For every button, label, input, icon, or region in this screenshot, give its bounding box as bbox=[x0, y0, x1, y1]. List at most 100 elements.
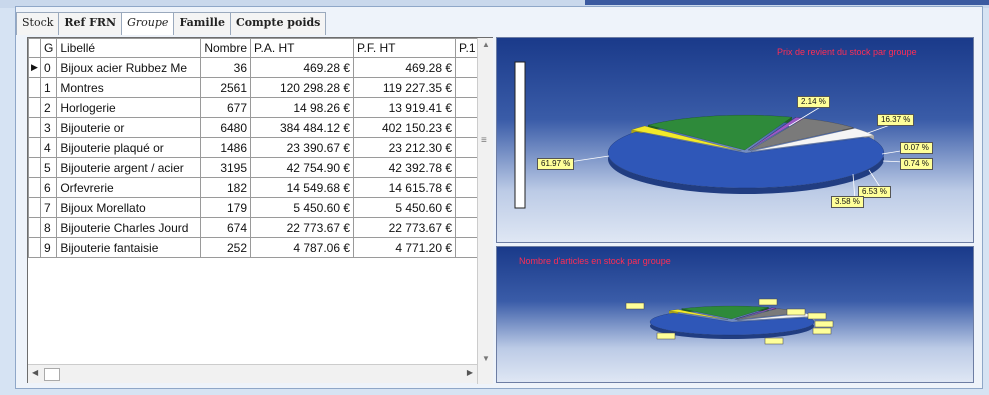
cell-libelle: Bijouterie argent / acier bbox=[56, 157, 202, 178]
cell-pf-ht: 22 773.67 € bbox=[353, 217, 457, 238]
cell-nombre: 252 bbox=[200, 237, 252, 258]
table-row[interactable]: 8 Bijouterie Charles Jourd 674 22 773.67… bbox=[28, 217, 486, 238]
cell-pa-ht: 14 549.68 € bbox=[250, 177, 355, 198]
pie-data-label: 2.14 % bbox=[797, 96, 830, 108]
row-selector[interactable] bbox=[28, 117, 41, 138]
pie-label-box bbox=[656, 332, 676, 340]
cell-libelle: Bijoux acier Rubbez Me bbox=[56, 57, 202, 78]
data-grid: G Libellé Nombre P.A. HT P.F. HT P.1 ▶ 0… bbox=[27, 37, 493, 384]
scroll-grip-icon[interactable]: ≡ bbox=[481, 135, 487, 146]
row-selector[interactable] bbox=[28, 77, 41, 98]
scroll-down-icon[interactable]: ▼ bbox=[478, 352, 494, 366]
header-pa-ht[interactable]: P.A. HT bbox=[250, 38, 355, 58]
row-selector[interactable] bbox=[28, 197, 41, 218]
cell-g: 9 bbox=[39, 237, 58, 258]
scroll-right-icon[interactable]: ▶ bbox=[467, 368, 473, 377]
cell-pa-ht: 42 754.90 € bbox=[250, 157, 355, 178]
row-selector[interactable] bbox=[28, 217, 41, 238]
row-selector[interactable] bbox=[28, 237, 41, 258]
pie-label-box bbox=[807, 312, 827, 320]
pie-chart-count-svg bbox=[625, 298, 834, 345]
tab-bar: Stock Ref FRN Groupe Famille Compte poid… bbox=[16, 12, 327, 35]
cell-libelle: Bijouterie fantaisie bbox=[56, 237, 202, 258]
scroll-up-icon[interactable]: ▲ bbox=[478, 38, 494, 52]
cell-nombre: 674 bbox=[200, 217, 252, 238]
cell-pf-ht: 119 227.35 € bbox=[353, 77, 457, 98]
cell-pf-ht: 42 392.78 € bbox=[353, 157, 457, 178]
table-row[interactable]: 1 Montres 2561 120 298.28 € 119 227.35 € bbox=[28, 77, 486, 98]
cell-pa-ht: 14 98.26 € bbox=[250, 97, 355, 118]
pie-label-box bbox=[786, 308, 806, 316]
cell-libelle: Bijouterie Charles Jourd bbox=[56, 217, 202, 238]
row-selector-arrow[interactable]: ▶ bbox=[28, 57, 41, 78]
pie-chart-cost: Prix de revient du stock par groupe 61.9… bbox=[496, 37, 974, 243]
table-row[interactable]: 5 Bijouterie argent / acier 3195 42 754.… bbox=[28, 157, 486, 178]
table-row[interactable]: ▶ 0 Bijoux acier Rubbez Me 36 469.28 € 4… bbox=[28, 57, 486, 78]
row-selector[interactable] bbox=[28, 157, 41, 178]
cell-g: 6 bbox=[39, 177, 58, 198]
pie-data-label: 16.37 % bbox=[877, 114, 915, 126]
cell-nombre: 179 bbox=[200, 197, 252, 218]
cell-pf-ht: 4 771.20 € bbox=[353, 237, 457, 258]
cell-pf-ht: 23 212.30 € bbox=[353, 137, 457, 158]
cell-nombre: 6480 bbox=[200, 117, 252, 138]
cell-pa-ht: 22 773.67 € bbox=[250, 217, 355, 238]
tab-stock[interactable]: Stock bbox=[16, 12, 60, 35]
pie-slices bbox=[607, 114, 885, 194]
scroll-left-icon[interactable]: ◀ bbox=[32, 368, 38, 377]
scroll-thumb[interactable] bbox=[44, 368, 60, 381]
header-libelle[interactable]: Libellé bbox=[56, 38, 202, 58]
table-header-row: G Libellé Nombre P.A. HT P.F. HT P.1 bbox=[28, 38, 486, 58]
vertical-scrollbar[interactable]: ▲ ≡ ▼ bbox=[477, 38, 493, 384]
tab-groupe[interactable]: Groupe bbox=[121, 12, 175, 35]
cell-pf-ht: 469.28 € bbox=[353, 57, 457, 78]
pie-data-label: 0.74 % bbox=[900, 158, 933, 170]
cell-libelle: Bijouterie or bbox=[56, 117, 202, 138]
row-selector[interactable] bbox=[28, 137, 41, 158]
tab-compte-poids[interactable]: Compte poids bbox=[229, 12, 327, 35]
cell-g: 8 bbox=[39, 217, 58, 238]
cell-g: 1 bbox=[39, 77, 58, 98]
cell-pa-ht: 469.28 € bbox=[250, 57, 355, 78]
cell-libelle: Orfevrerie bbox=[56, 177, 202, 198]
table-row[interactable]: 7 Bijoux Morellato 179 5 450.60 € 5 450.… bbox=[28, 197, 486, 218]
header-pf-ht[interactable]: P.F. HT bbox=[353, 38, 457, 58]
cell-g: 4 bbox=[39, 137, 58, 158]
header-nombre[interactable]: Nombre bbox=[200, 38, 252, 58]
table-row[interactable]: 2 Horlogerie 677 14 98.26 € 13 919.41 € bbox=[28, 97, 486, 118]
pie-data-label: 61.97 % bbox=[537, 158, 575, 170]
cell-nombre: 677 bbox=[200, 97, 252, 118]
horizontal-scrollbar[interactable]: ◀ ▶ bbox=[28, 364, 477, 383]
cell-g: 0 bbox=[39, 57, 58, 78]
pie-data-label: 3.58 % bbox=[831, 196, 864, 208]
cell-g: 2 bbox=[39, 97, 58, 118]
cell-nombre: 2561 bbox=[200, 77, 252, 98]
cell-pa-ht: 5 450.60 € bbox=[250, 197, 355, 218]
table-row[interactable]: 3 Bijouterie or 6480 384 484.12 € 402 15… bbox=[28, 117, 486, 138]
pie-data-label: 0.07 % bbox=[900, 142, 933, 154]
pie-label-box bbox=[764, 337, 784, 345]
cell-nombre: 182 bbox=[200, 177, 252, 198]
tab-famille[interactable]: Famille bbox=[173, 12, 231, 35]
pie-chart-count: Nombre d'articles en stock par groupe bbox=[496, 246, 974, 383]
table-row[interactable]: 9 Bijouterie fantaisie 252 4 787.06 € 4 … bbox=[28, 237, 486, 258]
table-row[interactable]: 4 Bijouterie plaqué or 1486 23 390.67 € … bbox=[28, 137, 486, 158]
cell-g: 3 bbox=[39, 117, 58, 138]
cell-nombre: 3195 bbox=[200, 157, 252, 178]
cell-pf-ht: 5 450.60 € bbox=[353, 197, 457, 218]
cell-pa-ht: 23 390.67 € bbox=[250, 137, 355, 158]
legend-bar bbox=[514, 61, 526, 209]
cell-nombre: 36 bbox=[200, 57, 252, 78]
cell-pa-ht: 384 484.12 € bbox=[250, 117, 355, 138]
cell-pa-ht: 4 787.06 € bbox=[250, 237, 355, 258]
pie-label-box bbox=[812, 327, 832, 335]
table-row[interactable]: 6 Orfevrerie 182 14 549.68 € 14 615.78 € bbox=[28, 177, 486, 198]
row-selector[interactable] bbox=[28, 177, 41, 198]
cell-pf-ht: 13 919.41 € bbox=[353, 97, 457, 118]
tab-ref-frn[interactable]: Ref FRN bbox=[58, 12, 123, 35]
header-g[interactable]: G bbox=[39, 38, 58, 58]
pie-chart-cost-svg bbox=[514, 61, 926, 209]
header-selector bbox=[28, 38, 41, 58]
cell-libelle: Montres bbox=[56, 77, 202, 98]
row-selector[interactable] bbox=[28, 97, 41, 118]
